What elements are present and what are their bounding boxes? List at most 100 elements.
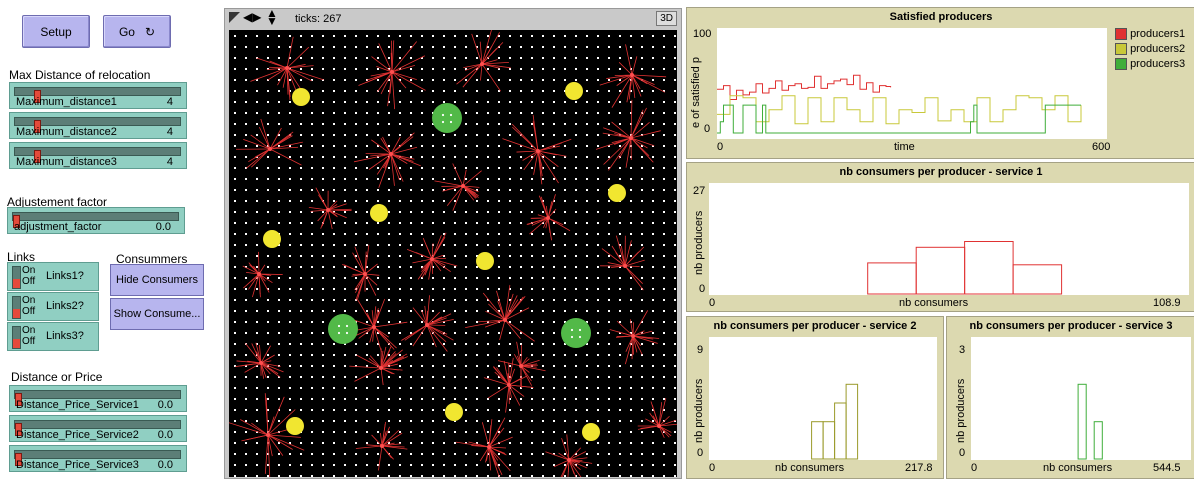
3d-button[interactable]: 3D [656, 11, 677, 26]
patch-dot [586, 112, 588, 114]
zoom-icon[interactable] [229, 12, 240, 23]
series-line-producers2 [717, 96, 1081, 124]
distance-price-service1-slider[interactable]: Distance_Price_Service1 0.0 [9, 385, 187, 412]
patch-dot [641, 299, 643, 301]
consumer-link [625, 266, 643, 290]
hide-consumers-button[interactable]: Hide Consumers [110, 264, 204, 296]
patch-dot [454, 453, 456, 455]
distance-price-service2-slider[interactable]: Distance_Price_Service2 0.0 [9, 415, 187, 442]
green-producer-dot [579, 336, 581, 338]
adjustment-factor-slider[interactable]: adjustment_factor 0.0 [7, 207, 185, 234]
move-horizontal-icon[interactable]: ◀▶ [243, 10, 261, 24]
move-vertical-icon[interactable]: ▲▼ [266, 9, 278, 25]
links2-switch[interactable]: On Off Links2? [7, 292, 99, 321]
links1-switch[interactable]: On Off Links1? [7, 262, 99, 291]
consumer-link [287, 66, 314, 68]
patch-dot [531, 79, 533, 81]
producer-node [425, 323, 429, 327]
consumer-link [502, 139, 538, 151]
patch-dot [388, 57, 390, 59]
maximum-distance3-slider[interactable]: Maximum_distance3 4 [9, 142, 187, 169]
patch-dot [234, 343, 236, 345]
green-producer [561, 318, 591, 348]
patch-dot [487, 277, 489, 279]
patch-dot [443, 68, 445, 70]
switch-toggle[interactable] [12, 326, 21, 349]
patch-dot [366, 431, 368, 433]
patch-dot [619, 420, 621, 422]
patch-dot [322, 134, 324, 136]
patch-dot [300, 299, 302, 301]
patch-dot [311, 398, 313, 400]
patch-dot [553, 57, 555, 59]
patch-dot [344, 68, 346, 70]
patch-dot [454, 101, 456, 103]
maximum-distance2-slider[interactable]: Maximum_distance2 4 [9, 112, 187, 139]
patch-dot [234, 442, 236, 444]
patch-dot [410, 299, 412, 301]
patch-dot [509, 57, 511, 59]
patch-dot [432, 167, 434, 169]
patch-dot [531, 343, 533, 345]
patch-dot [443, 145, 445, 147]
patch-dot [509, 90, 511, 92]
patch-dot [597, 156, 599, 158]
slider-track[interactable] [14, 87, 181, 96]
patch-dot [476, 145, 478, 147]
switch-toggle[interactable] [12, 266, 21, 289]
patch-dot [421, 112, 423, 114]
patch-dot [542, 266, 544, 268]
patch-dot [663, 299, 665, 301]
patch-dot [421, 442, 423, 444]
patch-dot [597, 398, 599, 400]
patch-dot [553, 409, 555, 411]
patch-dot [366, 453, 368, 455]
patch-dot [311, 387, 313, 389]
patch-dot [366, 310, 368, 312]
patch-dot [597, 387, 599, 389]
maximum-distance1-slider[interactable]: Maximum_distance1 4 [9, 82, 187, 109]
slider-track[interactable] [14, 390, 181, 399]
patch-dot [234, 90, 236, 92]
patch-dot [399, 101, 401, 103]
switch-toggle[interactable] [12, 296, 21, 319]
patch-dot [608, 442, 610, 444]
distance-price-service3-slider[interactable]: Distance_Price_Service3 0.0 [9, 445, 187, 472]
links3-switch[interactable]: On Off Links3? [7, 322, 99, 351]
patch-dot [476, 310, 478, 312]
patch-dot [531, 299, 533, 301]
patch-dot [498, 211, 500, 213]
consumer-link [434, 181, 463, 186]
patch-dot [454, 211, 456, 213]
slider-track[interactable] [14, 147, 181, 156]
patch-dot [630, 189, 632, 191]
go-button[interactable]: Go ↻ [103, 15, 171, 48]
slider-label: Distance_Price_Service2 [16, 429, 139, 441]
patch-dot [619, 90, 621, 92]
patch-dot [454, 233, 456, 235]
satisfied-producers-plot: Satisfied producers 100 0 e of satisfied… [686, 7, 1194, 159]
slider-track[interactable] [12, 212, 179, 221]
slider-track[interactable] [14, 450, 181, 459]
patch-dot [542, 68, 544, 70]
patch-dot [663, 211, 665, 213]
producer-node [519, 364, 523, 368]
patch-dot [333, 46, 335, 48]
setup-button[interactable]: Setup [22, 15, 90, 48]
patch-dot [256, 310, 258, 312]
patch-dot [432, 398, 434, 400]
producer-node [631, 334, 635, 338]
slider-track[interactable] [14, 420, 181, 429]
patch-dot [619, 376, 621, 378]
patch-dot [531, 431, 533, 433]
patch-dot [399, 189, 401, 191]
patch-dot [289, 79, 291, 81]
world-canvas[interactable] [229, 30, 677, 477]
green-producer-dot [579, 329, 581, 331]
patch-dot [465, 200, 467, 202]
show-consumers-button[interactable]: Show Consume... [110, 298, 204, 330]
patch-dot [399, 387, 401, 389]
patch-dot [575, 145, 577, 147]
patch-dot [564, 310, 566, 312]
slider-track[interactable] [14, 117, 181, 126]
